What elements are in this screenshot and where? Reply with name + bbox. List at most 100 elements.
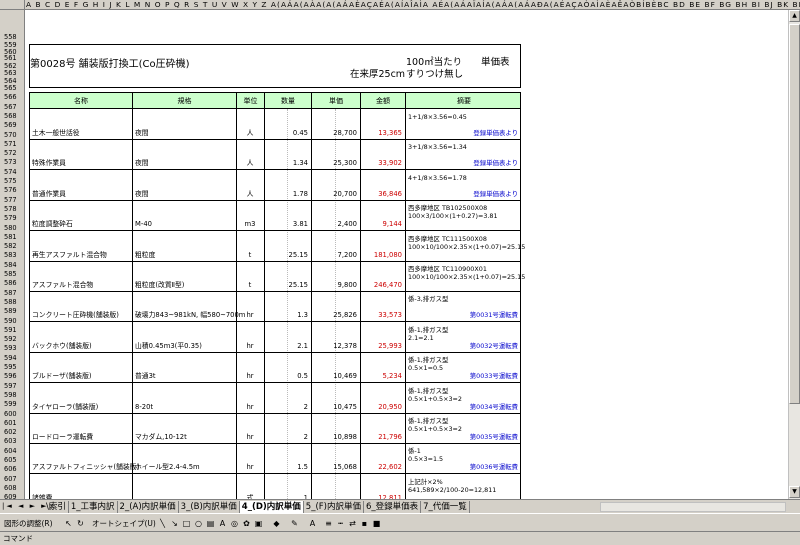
row-number[interactable]: 581 [0,233,24,241]
horizontal-scrollbar[interactable] [600,502,786,512]
item-link[interactable]: 第0035号運転費 [408,433,518,441]
worksheet-grid[interactable]: 第0028号 舗装版打換工(Co圧砕機) 100㎡当たり 単価表 在来厚25cm… [26,10,788,499]
font-color-icon[interactable]: A [308,519,317,528]
row-number[interactable]: 595 [0,364,24,371]
sheet-tab[interactable]: 7_代価一覧 [421,501,470,513]
sheet-tab[interactable]: 4_(D)内訳単価 [239,501,304,513]
clipart-icon[interactable]: ✿ [242,519,251,528]
column-letters[interactable]: A B C D E F G H I J K L M N O P Q R S T … [26,0,800,9]
row-number[interactable]: 568 [0,112,24,120]
row-number[interactable]: 591 [0,326,24,334]
row-number[interactable]: 578 [0,205,24,213]
row-number[interactable]: 565 [0,85,24,92]
scroll-thumb[interactable] [789,24,800,404]
row-number[interactable]: 577 [0,196,24,204]
vertical-scrollbar[interactable]: ▲ ▼ [788,10,800,499]
row-number[interactable]: 606 [0,466,24,473]
sheet-tab[interactable]: \索引 [44,501,69,513]
item-link[interactable]: 第0031号運転費 [408,311,518,319]
autoshape-menu[interactable]: オートシェイプ(U) [92,514,156,533]
row-number[interactable]: 567 [0,103,24,111]
line-icon[interactable]: ╲ [158,519,167,528]
item-price: 15,068 [333,463,357,472]
fill-color-icon[interactable]: ◆ [272,519,281,528]
sheet-tab[interactable]: 5_(F)内訳単価 [304,501,364,513]
row-number[interactable]: 599 [0,401,24,408]
sheet-tab-bar: |◄ ◄ ► ►| \索引 1_工事内訳 2_(A)内訳単価 3_(B)内訳単価 4_(… [0,499,800,513]
row-number[interactable]: 584 [0,261,24,269]
row-number[interactable]: 569 [0,122,24,129]
row-number[interactable]: 585 [0,271,24,278]
diagram-icon[interactable]: ◎ [230,519,239,528]
row-number[interactable]: 588 [0,298,24,306]
row-number[interactable]: 563 [0,70,24,77]
status-bar: コマンド [0,532,800,545]
row-number[interactable]: 583 [0,252,24,259]
row-number[interactable]: 587 [0,289,24,297]
row-number[interactable]: 558 [0,34,24,41]
row-number[interactable]: 571 [0,140,24,148]
row-number[interactable]: 561 [0,55,24,62]
sheet-tab[interactable]: 2_(A)内訳単価 [118,501,179,513]
row-number[interactable]: 570 [0,131,24,139]
row-number[interactable]: 608 [0,484,24,492]
row-number[interactable]: 580 [0,224,24,232]
row-separator [29,230,521,232]
row-number[interactable]: 572 [0,150,24,157]
arrow-style-icon[interactable]: ⇄ [348,519,357,528]
select-objects-icon[interactable]: ↖ [64,519,73,528]
item-link[interactable]: 登録単価表より [408,190,518,198]
item-link[interactable]: 第0032号運転費 [408,342,518,350]
sheet-tab[interactable]: 3_(B)内訳単価 [179,501,240,513]
sheet-tab[interactable]: 1_工事内訳 [69,501,118,513]
row-number[interactable]: 604 [0,447,24,455]
shadow-icon[interactable]: ▪ [360,519,369,528]
scroll-up-icon[interactable]: ▲ [789,10,800,22]
oval-icon[interactable]: ○ [194,519,203,528]
sheet-tab[interactable]: 6_登録単価表 [364,501,422,513]
item-price: 12,378 [333,341,357,350]
picture-icon[interactable]: ▣ [254,519,263,528]
3d-icon[interactable]: ■ [372,519,381,528]
wordart-icon[interactable]: A [218,519,227,528]
row-number[interactable]: 579 [0,215,24,222]
item-link[interactable]: 第0033号運転費 [408,372,518,380]
item-link[interactable]: 第0036号運転費 [408,463,518,471]
row-number[interactable]: 575 [0,178,24,185]
item-link[interactable]: 第0034号運転費 [408,403,518,411]
scroll-down-icon[interactable]: ▼ [789,486,800,498]
row-number[interactable]: 590 [0,317,24,325]
row-number[interactable]: 596 [0,373,24,380]
row-number[interactable]: 593 [0,345,24,352]
item-link[interactable]: 登録単価表より [408,129,518,137]
row-number[interactable]: 574 [0,168,24,176]
item-note: 上記計×2% [408,477,443,486]
arrow-icon[interactable]: ↘ [170,519,179,528]
select-all-corner[interactable] [0,0,25,9]
row-number[interactable]: 592 [0,336,24,343]
row-number[interactable]: 603 [0,438,24,445]
row-number[interactable]: 597 [0,382,24,390]
draw-adjust-menu[interactable]: 図形の調整(R) [4,514,53,533]
rotate-icon[interactable]: ↻ [76,519,85,528]
item-link[interactable]: 登録単価表より [408,159,518,167]
row-number[interactable]: 582 [0,243,24,250]
row-number[interactable]: 566 [0,94,24,101]
row-number[interactable]: 607 [0,475,24,483]
line-style-icon[interactable]: ≡ [324,519,333,528]
dash-style-icon[interactable]: ┅ [336,519,345,528]
rectangle-icon[interactable]: □ [182,519,191,528]
row-number[interactable]: 602 [0,429,24,436]
row-number[interactable]: 594 [0,354,24,362]
row-number[interactable]: 576 [0,187,24,194]
row-number[interactable]: 605 [0,457,24,464]
row-number[interactable]: 600 [0,410,24,418]
item-unit: 人 [246,189,254,198]
row-number[interactable]: 589 [0,308,24,315]
line-color-icon[interactable]: ✎ [290,519,299,528]
row-number[interactable]: 573 [0,159,24,166]
row-number[interactable]: 598 [0,391,24,399]
row-number[interactable]: 601 [0,419,24,427]
textbox-icon[interactable]: ▤ [206,519,215,528]
row-number[interactable]: 586 [0,280,24,287]
